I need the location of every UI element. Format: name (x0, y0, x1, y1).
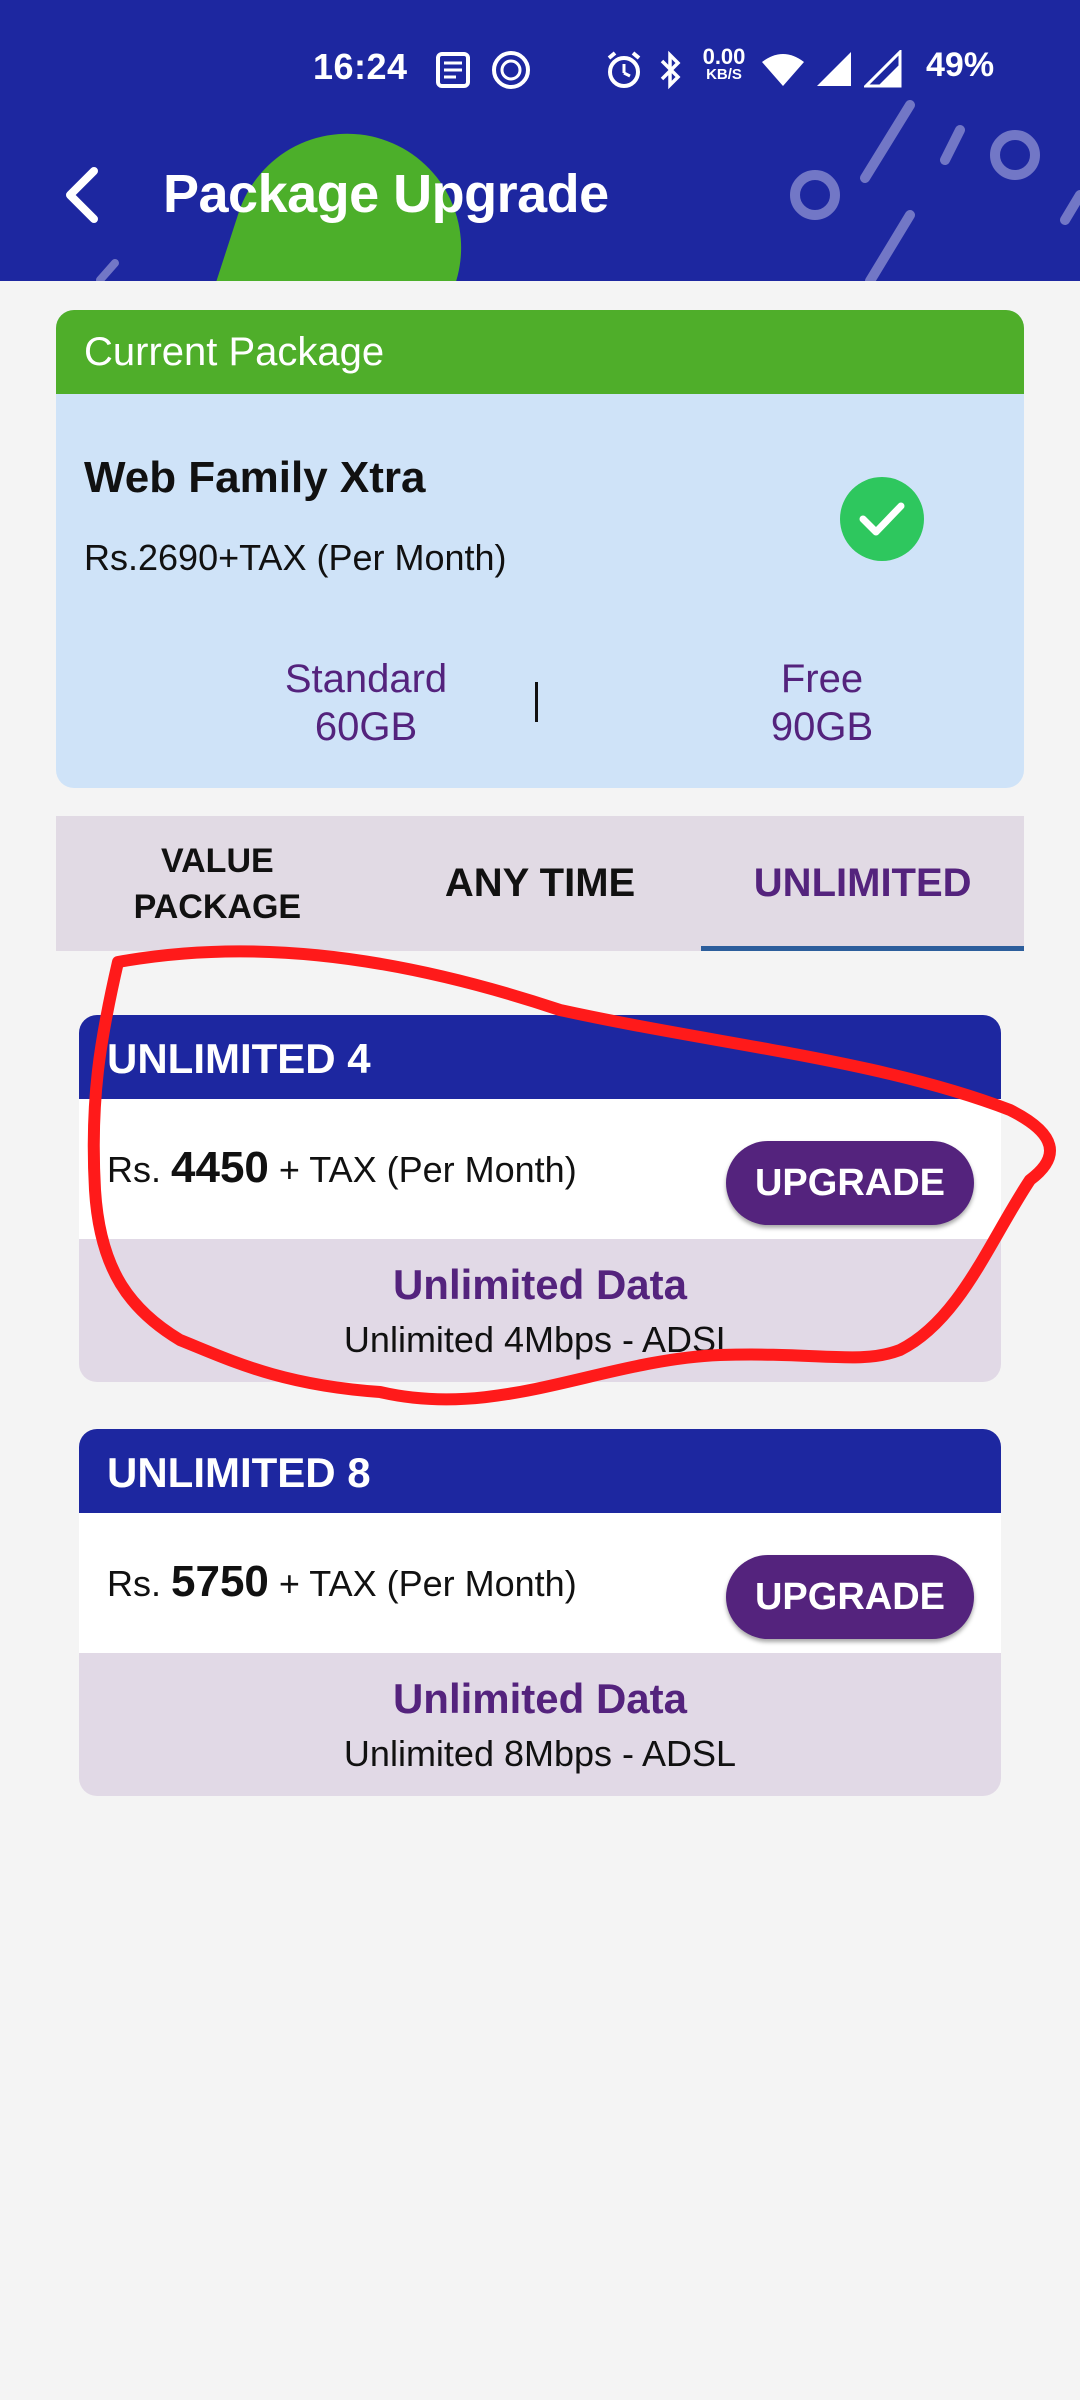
plan-price-suffix: + TAX (Per Month) (278, 1563, 577, 1604)
package-tabs: VALUE PACKAGE ANY TIME UNLIMITED (56, 816, 1024, 951)
standard-quota-label: Standard (284, 657, 448, 701)
signal-icon-2 (864, 50, 902, 88)
battery-level: 49% (926, 46, 995, 84)
tab-value-package[interactable]: VALUE PACKAGE (56, 816, 379, 951)
plan-name: UNLIMITED 8 (79, 1429, 1001, 1513)
header-decoration-line (96, 259, 119, 281)
standard-quota: Standard 60GB (236, 655, 496, 751)
standard-quota-value: 60GB (314, 705, 418, 749)
plan-details: Unlimited Data Unlimited 4Mbps - ADSL (79, 1239, 1001, 1361)
network-speed-value: 0.00 (702, 44, 746, 69)
app-notification-icon (492, 51, 530, 89)
page-title: Package Upgrade (163, 164, 609, 224)
quota-divider (535, 682, 538, 722)
plan-card-unlimited-4: UNLIMITED 4 Rs. 4450 + TAX (Per Month) U… (79, 1015, 1001, 1382)
status-bar: 16:24 0.00 KB/S 49% (0, 40, 1080, 104)
signal-icon-1 (817, 52, 851, 86)
free-quota-label: Free (780, 657, 864, 701)
wifi-icon (762, 54, 804, 86)
current-package-name: Web Family Xtra (84, 453, 426, 502)
tab-unlimited[interactable]: UNLIMITED (701, 816, 1024, 951)
plan-amount: 4450 (171, 1143, 269, 1192)
plan-amount: 5750 (171, 1557, 269, 1606)
current-package-price: Rs.2690+TAX (Per Month) (84, 537, 507, 578)
bluetooth-icon (660, 50, 681, 90)
plan-card-unlimited-8: UNLIMITED 8 Rs. 5750 + TAX (Per Month) U… (79, 1429, 1001, 1796)
upgrade-button[interactable]: UPGRADE (726, 1141, 974, 1225)
tab-value-package-line2: PACKAGE (133, 887, 302, 926)
upgrade-button[interactable]: UPGRADE (726, 1555, 974, 1639)
plan-price-row: Rs. 5750 + TAX (Per Month) UPGRADE (79, 1513, 1001, 1653)
plan-name: UNLIMITED 4 (79, 1015, 1001, 1099)
back-button[interactable] (52, 160, 112, 230)
plan-currency: Rs. (107, 1563, 161, 1604)
alarm-icon (607, 51, 641, 88)
plan-price-suffix: + TAX (Per Month) (278, 1149, 577, 1190)
current-package-heading: Current Package (56, 310, 1024, 394)
plan-description: Unlimited 4Mbps - ADSL (343, 1319, 737, 1360)
news-icon (436, 52, 470, 88)
app-header: 16:24 0.00 KB/S 49% Package Upgrade (0, 0, 1080, 281)
plan-details: Unlimited Data Unlimited 8Mbps - ADSL (79, 1653, 1001, 1775)
free-quota-value: 90GB (770, 705, 874, 749)
plan-price-row: Rs. 4450 + TAX (Per Month) UPGRADE (79, 1099, 1001, 1239)
tab-any-time[interactable]: ANY TIME (379, 816, 702, 951)
active-check-icon (840, 477, 924, 561)
plan-feature: Unlimited Data (392, 1261, 688, 1308)
plan-currency: Rs. (107, 1149, 161, 1190)
back-arrow-icon (66, 167, 98, 223)
network-speed: 0.00 KB/S (698, 44, 750, 88)
plan-price: Rs. 4450 + TAX (Per Month) (107, 1143, 577, 1193)
header-decoration-pattern (790, 100, 1080, 281)
plan-description: Unlimited 8Mbps - ADSL (343, 1733, 737, 1774)
plan-feature: Unlimited Data (392, 1675, 688, 1722)
tab-value-package-line1: VALUE (160, 841, 274, 880)
status-time: 16:24 (313, 46, 408, 87)
current-package-card: Current Package Web Family Xtra Rs.2690+… (56, 310, 1024, 788)
plan-price: Rs. 5750 + TAX (Per Month) (107, 1557, 577, 1607)
free-quota: Free 90GB (692, 655, 952, 751)
